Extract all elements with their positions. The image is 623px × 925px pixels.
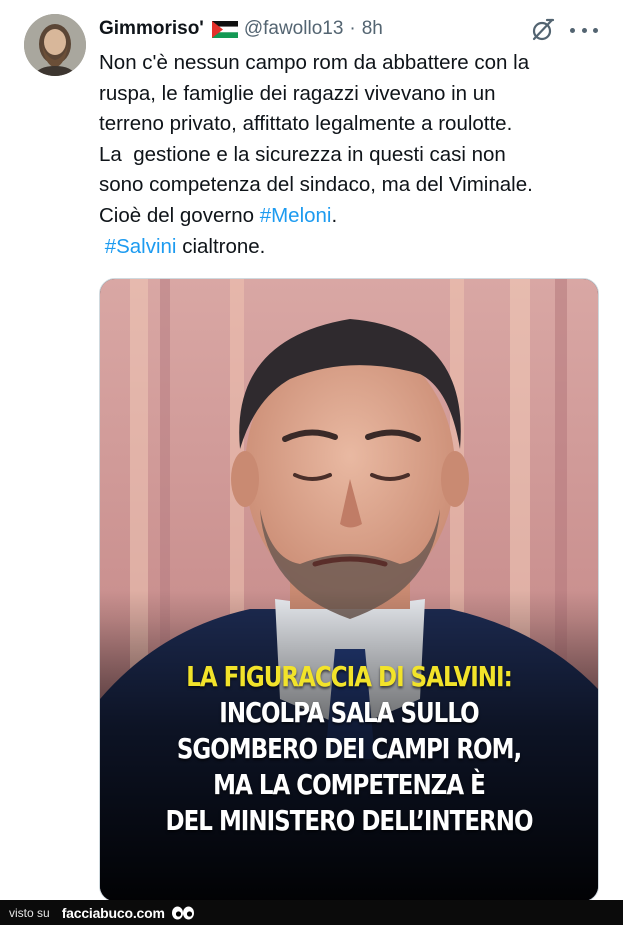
caption-line: SGOMBERO DEI CAMPI ROM, xyxy=(176,732,522,765)
avatar[interactable] xyxy=(24,14,86,76)
tweet-header: Gimmoriso' @fawollo13 · 8h xyxy=(99,14,383,44)
media-caption: LA FIGURACCIA DI SALVINI: INCOLPA SALA S… xyxy=(145,659,553,839)
more-dot xyxy=(581,27,587,33)
tweet-line: sono competenza del sindaco, ma del Vimi… xyxy=(99,173,533,197)
watermark-bar: visto su facciabuco.com xyxy=(0,900,623,925)
watermark-brand[interactable]: facciabuco.com xyxy=(62,905,165,921)
palestine-flag-icon xyxy=(211,20,238,38)
tweet-line-7: #Salvini cialtrone. xyxy=(99,232,599,263)
tweet-meta: @fawollo13 · 8h xyxy=(244,18,383,40)
more-dot xyxy=(570,27,575,33)
tweet-line-text: Cioè del governo xyxy=(99,203,260,227)
caption-headline: LA FIGURACCIA DI SALVINI: xyxy=(186,660,513,693)
tweet-line-punct: . xyxy=(331,203,338,227)
author-name[interactable]: Gimmoriso' xyxy=(99,18,204,40)
meta-separator: · xyxy=(349,18,356,39)
grok-icon[interactable] xyxy=(530,17,556,43)
author-handle[interactable]: @fawollo13 xyxy=(244,18,344,39)
caption-line: DEL MINISTERO DELL’INTERNO xyxy=(165,804,534,837)
hashtag-salvini[interactable]: #Salvini xyxy=(99,235,177,258)
avatar-image xyxy=(24,14,86,76)
caption-line: INCOLPA SALA SULLO xyxy=(219,696,479,729)
tweet-media[interactable]: LA FIGURACCIA DI SALVINI: INCOLPA SALA S… xyxy=(99,278,599,902)
hashtag-meloni[interactable]: #Meloni xyxy=(260,204,332,227)
tweet-line: terreno privato, affittato legalmente a … xyxy=(99,112,513,136)
caption-line: MA LA COMPETENZA È xyxy=(213,768,486,801)
eyes-icon xyxy=(171,906,194,919)
more-dot xyxy=(593,27,598,33)
tweet-time[interactable]: 8h xyxy=(362,18,383,39)
tweet-line-6: Cioè del governo #Meloni. xyxy=(99,201,599,232)
tweet-text: Non c'è nessun campo rom da abbattere co… xyxy=(99,48,599,262)
tweet-line-text: cialtrone. xyxy=(176,234,266,258)
more-icon[interactable] xyxy=(570,17,598,43)
tweet-line: ruspa, le famiglie dei ragazzi vivevano … xyxy=(99,81,496,105)
tweet-line: La gestione e la sicurezza in questi cas… xyxy=(99,142,506,166)
watermark-visto: visto su xyxy=(9,905,50,920)
tweet-line: Non c'è nessun campo rom da abbattere co… xyxy=(99,51,530,74)
